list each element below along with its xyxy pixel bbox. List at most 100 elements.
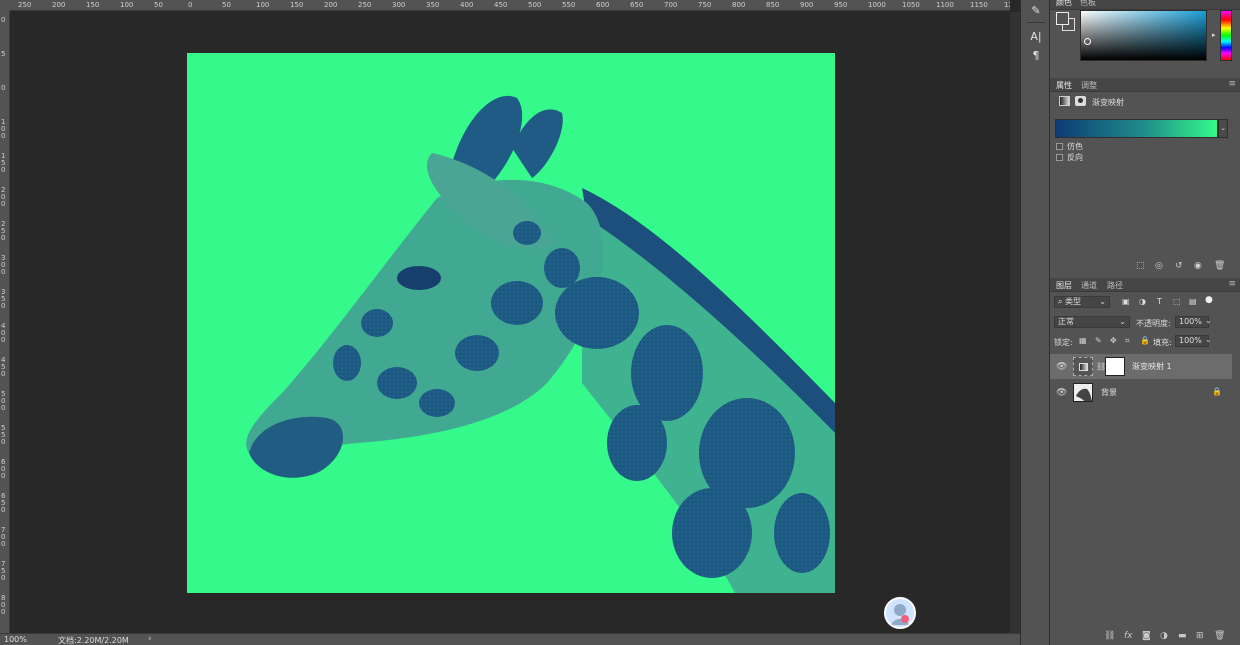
filter-toggle-icon[interactable]: ● [1205, 295, 1213, 305]
view-previous-state-icon[interactable]: ◎ [1155, 261, 1163, 271]
opacity-value: 100% [1179, 317, 1202, 326]
tab-color[interactable]: 颜色 [1056, 0, 1072, 8]
layer-row-background[interactable]: 👁 背景 🔒 [1050, 380, 1232, 405]
layer-name[interactable]: 渐变映射 1 [1132, 361, 1172, 372]
ruler-tick-label: 8 0 0 [1, 594, 6, 616]
ruler-tick-label: 50 [222, 1, 231, 9]
ruler-tick-label: 400 [460, 1, 474, 9]
foreground-swatch[interactable] [1056, 12, 1069, 25]
ruler-tick-label: 0 [188, 1, 193, 9]
add-mask-icon[interactable]: ◙ [1142, 631, 1151, 641]
layer-row-gradient-map[interactable]: 👁 ⛓ 渐变映射 1 [1050, 354, 1232, 379]
clip-to-layer-icon[interactable]: ⬚ [1136, 261, 1145, 271]
visibility-icon[interactable]: ◉ [1194, 261, 1202, 271]
delete-layer-icon[interactable]: 🗑 [1214, 631, 1225, 641]
panel-menu-icon[interactable]: ≡ [1228, 79, 1236, 89]
reset-icon[interactable]: ↺ [1175, 261, 1183, 271]
hue-slider-arrow-icon: ▸ [1212, 31, 1216, 39]
layer-name[interactable]: 背景 [1101, 387, 1117, 398]
chevron-down-icon: ⌄ [1119, 317, 1126, 326]
layers-menu-icon[interactable]: ≡ [1228, 279, 1236, 289]
fill-input[interactable]: 100% [1175, 335, 1209, 347]
opacity-input[interactable]: 100% [1175, 316, 1209, 328]
blend-mode-select[interactable]: 正常 ⌄ [1054, 316, 1130, 328]
lock-all-icon[interactable]: 🔒 [1140, 336, 1150, 345]
ruler-tick-label: 6 0 0 [1, 458, 6, 480]
smart-object-filter-icon[interactable]: ▤ [1189, 297, 1197, 306]
ruler-corner [0, 0, 10, 11]
tab-paths[interactable]: 路径 [1107, 280, 1123, 291]
fx-icon[interactable]: fx [1124, 631, 1133, 641]
document-canvas[interactable] [187, 53, 835, 593]
eye-icon[interactable]: 👁 [1056, 362, 1067, 372]
reverse-checkbox[interactable] [1056, 154, 1063, 161]
delete-icon[interactable]: 🗑 [1214, 261, 1225, 271]
color-picker-cursor[interactable] [1084, 38, 1091, 45]
ruler-tick-label: 200 [52, 1, 66, 9]
ruler-tick-label: 500 [528, 1, 542, 9]
blend-mode-value: 正常 [1058, 317, 1074, 326]
new-group-icon[interactable]: ▬ [1178, 631, 1187, 641]
vertical-ruler[interactable]: 0 5 0 1 0 0 1 5 0 2 0 0 2 5 0 3 0 0 3 5 0 4 0 0 4 … [0, 11, 10, 633]
zoom-level[interactable]: 100% [4, 635, 27, 644]
ruler-tick-label: 3 0 0 [1, 254, 6, 276]
ruler-tick-label: 850 [766, 1, 780, 9]
paragraph-panel-icon[interactable]: ¶ [1029, 49, 1043, 63]
status-menu-arrow[interactable]: › [148, 634, 152, 644]
ruler-tick-label: 0 [1, 16, 6, 24]
ruler-tick-label: 250 [358, 1, 372, 9]
eye-icon[interactable]: 👁 [1056, 388, 1067, 398]
vertical-scrollbar[interactable] [1010, 12, 1020, 633]
status-bar: 100% 文档:2.20M/2.20M › [0, 633, 1020, 645]
adjustment-thumbnail[interactable] [1073, 357, 1093, 376]
pixel-filter-icon[interactable]: ▣ [1122, 297, 1130, 306]
ruler-tick-label: 3 5 0 [1, 288, 6, 310]
horizontal-ruler[interactable]: 250 200 150 100 50 0 50 100 150 200 250 300 350 400 45… [10, 0, 1010, 11]
shape-filter-icon[interactable]: ⬚ [1173, 297, 1181, 306]
tab-adjustments[interactable]: 调整 [1081, 80, 1097, 91]
ruler-tick-label: 7 0 0 [1, 526, 6, 548]
ruler-tick-label: 200 [324, 1, 338, 9]
type-filter-icon[interactable]: T [1157, 297, 1162, 306]
opacity-label: 不透明度: [1136, 319, 1171, 328]
layer-filter-select[interactable]: ⌕ 类型 ⌄ [1054, 296, 1110, 308]
hue-slider[interactable] [1220, 10, 1232, 61]
lock-position-icon[interactable]: ✥ [1110, 336, 1117, 345]
ruler-tick-label: 1 5 0 [1, 152, 6, 174]
new-adjustment-layer-icon[interactable]: ◑ [1160, 631, 1168, 641]
color-picker-field[interactable] [1080, 10, 1207, 61]
ruler-tick-label: 350 [426, 1, 440, 9]
gradient-dropdown-icon[interactable]: ⌄ [1218, 119, 1228, 138]
tab-swatches[interactable]: 色板 [1080, 0, 1096, 8]
tab-channels[interactable]: 通道 [1081, 280, 1097, 291]
adjustment-filter-icon[interactable]: ◑ [1139, 297, 1146, 306]
mask-icon[interactable] [1075, 96, 1086, 106]
ruler-tick-label: 700 [664, 1, 678, 9]
floating-assistant-avatar[interactable] [884, 597, 916, 629]
fill-dropdown-icon[interactable]: ⌄ [1205, 335, 1212, 344]
history-brush-icon[interactable]: ✎ [1029, 4, 1043, 18]
new-layer-icon[interactable]: ⊞ [1196, 631, 1204, 641]
fill-value: 100% [1179, 336, 1202, 345]
lock-artboard-icon[interactable]: ⌗ [1125, 336, 1130, 346]
lock-transparent-icon[interactable]: ▦ [1079, 336, 1087, 345]
tab-layers[interactable]: 图层 [1056, 280, 1072, 291]
filter-type-label: 类型 [1065, 297, 1082, 306]
ruler-tick-label: 2 5 0 [1, 220, 6, 242]
reverse-label: 反向 [1067, 153, 1083, 162]
chevron-down-icon: ⌄ [1099, 297, 1106, 306]
layers-panel-tabs: 图层 通道 路径 ≡ [1050, 278, 1240, 292]
fill-label: 填充: [1153, 338, 1172, 347]
tab-properties[interactable]: 属性 [1056, 80, 1072, 91]
character-panel-icon[interactable]: A| [1029, 30, 1043, 44]
background-thumbnail[interactable] [1073, 383, 1093, 402]
panel-icon-strip: ✎ A| ¶ [1020, 0, 1050, 645]
lock-image-icon[interactable]: ✎ [1095, 336, 1102, 345]
opacity-dropdown-icon[interactable]: ⌄ [1205, 316, 1212, 325]
foreground-background-swatches[interactable] [1056, 12, 1076, 32]
gradient-preview[interactable] [1055, 119, 1218, 138]
ruler-tick-label: 5 0 0 [1, 390, 6, 412]
dither-checkbox[interactable] [1056, 143, 1063, 150]
link-layers-icon[interactable]: ⛓ [1104, 631, 1115, 641]
mask-thumbnail[interactable] [1105, 357, 1125, 376]
